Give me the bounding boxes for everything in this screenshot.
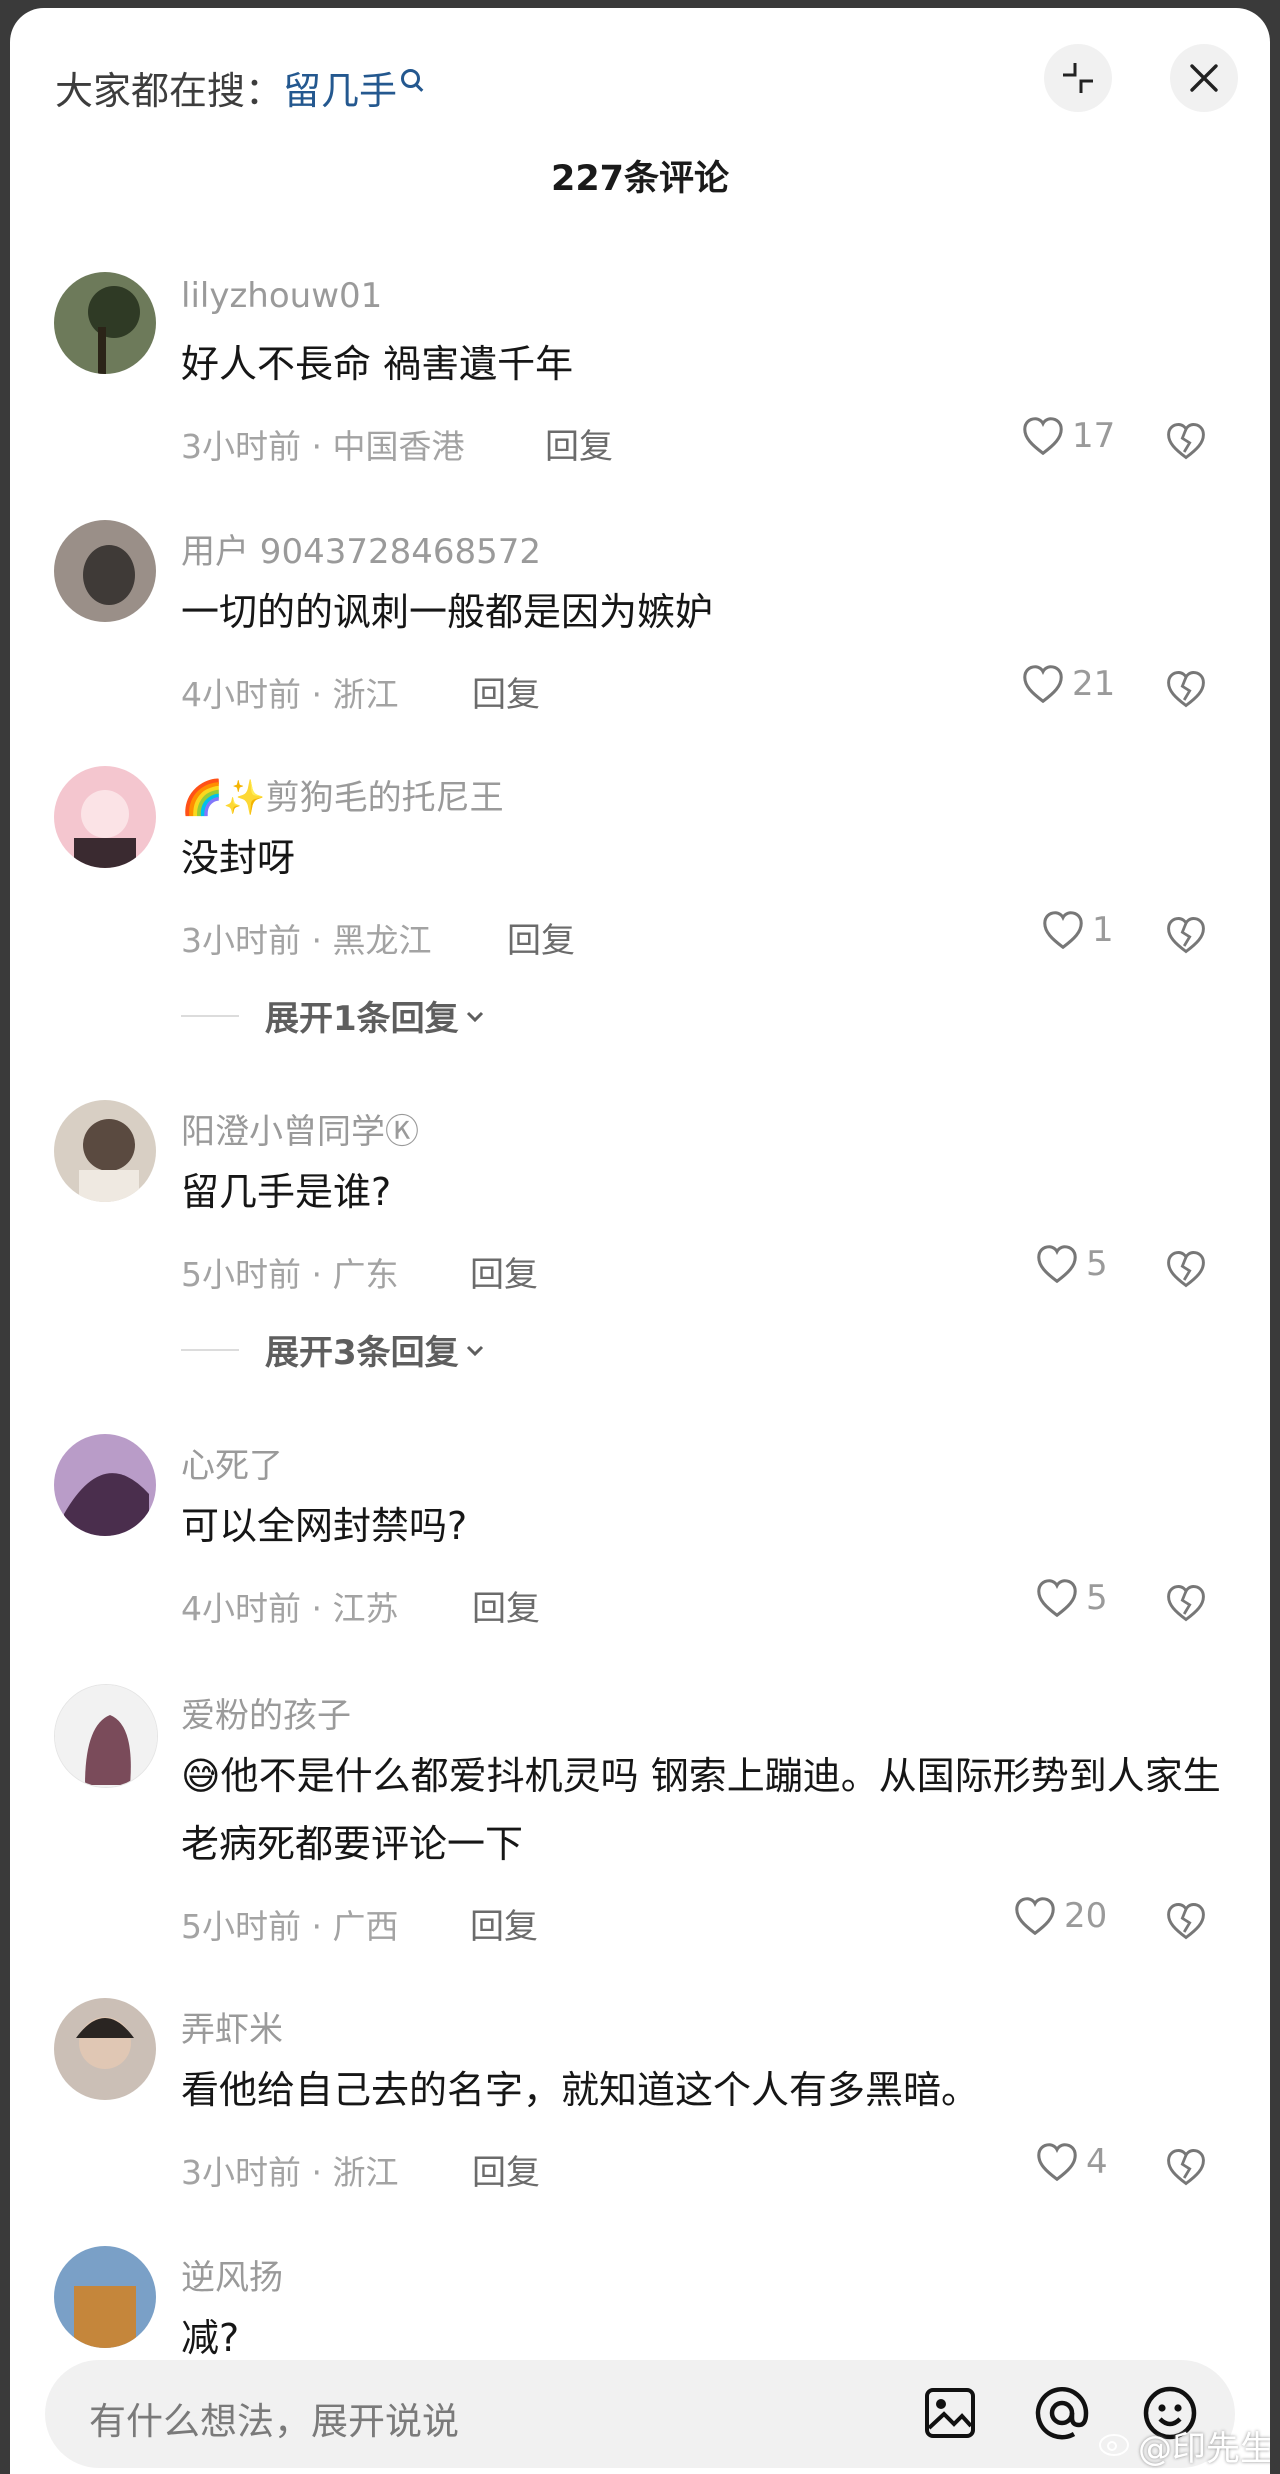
comment-meta: 5小时前 · 广西 [181, 1907, 399, 1946]
search-icon [401, 69, 421, 88]
chevron-down-icon [466, 1011, 483, 1022]
broken-heart-icon[interactable] [1164, 1899, 1208, 1943]
like-count: 20 [1064, 1896, 1108, 1936]
heart-icon [1037, 1579, 1077, 1618]
like-button[interactable]: 5 [1034, 1241, 1108, 1287]
username[interactable]: 逆风扬 [181, 2250, 283, 2299]
username[interactable]: 爱粉的孩子 [181, 1688, 351, 1737]
reply-button[interactable]: 回复 [470, 1899, 538, 1948]
close-button[interactable] [1170, 44, 1238, 112]
like-button[interactable]: 17 [1020, 413, 1115, 459]
watermark-text: @印先生 [1138, 2429, 1270, 2469]
expand-replies-label: 展开3条回复 [265, 1333, 459, 1373]
comment-text: 好人不長命 禍害遺千年 [181, 342, 574, 386]
comment-text: 可以全网封禁吗? [181, 1504, 468, 1548]
avatar[interactable] [54, 1684, 158, 1788]
comment-input-bar[interactable]: 有什么想法，展开说说 [45, 2360, 1235, 2468]
trending-search-prefix: 大家都在搜： [55, 69, 284, 113]
like-count: 1 [1092, 910, 1114, 950]
comment-text: 😅他不是什么都爱抖机灵吗 钢索上蹦迪。从国际形势到人家生老病死都要评论一下 [181, 1754, 1221, 1866]
comment-sheet: 大家都在搜：留几手 227条评论 lilyzhouw01 好人不長命 禍害遺千年… [10, 8, 1270, 2474]
like-count: 5 [1086, 1578, 1108, 1618]
reply-button[interactable]: 回复 [472, 2145, 540, 2194]
reply-button[interactable]: 回复 [470, 1247, 538, 1296]
minimize-icon [1063, 63, 1093, 93]
comment-meta: 5小时前 · 广东 [181, 1255, 399, 1294]
broken-heart-icon[interactable] [1164, 1247, 1208, 1291]
comment-meta: 3小时前 · 中国香港 [181, 427, 465, 466]
comment-text: 没封呀 [181, 836, 296, 880]
divider [181, 1348, 239, 1351]
like-count: 17 [1072, 416, 1116, 456]
username[interactable]: 阳澄小曾同学Ⓚ [181, 1104, 419, 1153]
like-button[interactable]: 21 [1020, 661, 1115, 707]
comment-meta: 3小时前 · 黑龙江 [181, 921, 432, 960]
comment-input[interactable]: 有什么想法，展开说说 [89, 2391, 459, 2445]
avatar[interactable] [54, 766, 156, 868]
avatar[interactable] [54, 1434, 156, 1536]
broken-heart-icon[interactable] [1164, 2145, 1208, 2189]
like-count: 21 [1072, 664, 1116, 704]
comment-meta: 3小时前 · 浙江 [181, 2153, 399, 2192]
username[interactable]: 用户 9043728468572 [181, 524, 541, 573]
trending-search[interactable]: 大家都在搜：留几手 [55, 60, 421, 115]
at-icon[interactable] [1031, 2382, 1093, 2444]
reply-button[interactable]: 回复 [507, 913, 575, 962]
expand-replies-button[interactable]: 展开3条回复 [181, 1325, 487, 1374]
avatar[interactable] [54, 520, 156, 622]
like-button[interactable]: 1 [1040, 907, 1114, 953]
minimize-button[interactable] [1044, 44, 1112, 112]
image-icon[interactable] [919, 2382, 981, 2444]
like-button[interactable]: 5 [1034, 1575, 1108, 1621]
comment-meta: 4小时前 · 江苏 [181, 1589, 399, 1628]
broken-heart-icon[interactable] [1164, 667, 1208, 711]
comment-text: 一切的的讽刺一般都是因为嫉妒 [181, 590, 714, 634]
heart-icon [1037, 1245, 1077, 1284]
watermark: @印先生 [1098, 2421, 1270, 2470]
close-icon [1190, 64, 1218, 92]
reply-button[interactable]: 回复 [545, 419, 613, 468]
like-count: 4 [1086, 2142, 1108, 2182]
divider [181, 1014, 239, 1017]
username[interactable]: 🌈✨剪狗毛的托尼王 [181, 770, 504, 819]
expand-replies-button[interactable]: 展开1条回复 [181, 991, 487, 1040]
username[interactable]: lilyzhouw01 [181, 276, 382, 316]
like-button[interactable]: 4 [1034, 2139, 1108, 2185]
username[interactable]: 心死了 [181, 1438, 283, 1487]
avatar[interactable] [54, 2246, 156, 2348]
reply-button[interactable]: 回复 [472, 667, 540, 716]
heart-icon [1023, 665, 1063, 704]
broken-heart-icon[interactable] [1164, 913, 1208, 957]
heart-icon [1043, 911, 1083, 950]
trending-search-keyword[interactable]: 留几手 [283, 69, 397, 113]
heart-icon [1023, 417, 1063, 456]
avatar[interactable] [54, 1998, 156, 2100]
like-count: 5 [1086, 1244, 1108, 1284]
avatar[interactable] [54, 1100, 156, 1202]
expand-replies-label: 展开1条回复 [265, 999, 459, 1039]
weibo-logo-icon [1098, 2426, 1132, 2466]
avatar[interactable] [54, 272, 156, 374]
username[interactable]: 弄虾米 [181, 2002, 283, 2051]
comment-meta: 4小时前 · 浙江 [181, 675, 399, 714]
broken-heart-icon[interactable] [1164, 419, 1208, 463]
like-button[interactable]: 20 [1012, 1893, 1107, 1939]
broken-heart-icon[interactable] [1164, 1581, 1208, 1625]
reply-button[interactable]: 回复 [472, 1581, 540, 1630]
comment-count: 227条评论 [550, 159, 730, 199]
heart-icon [1037, 2143, 1077, 2182]
comment-text: 留几手是谁? [181, 1170, 392, 1214]
comment-text: 看他给自己去的名字，就知道这个人有多黑暗。 [181, 2068, 980, 2112]
chevron-down-icon [466, 1345, 483, 1356]
heart-icon [1015, 1897, 1055, 1936]
